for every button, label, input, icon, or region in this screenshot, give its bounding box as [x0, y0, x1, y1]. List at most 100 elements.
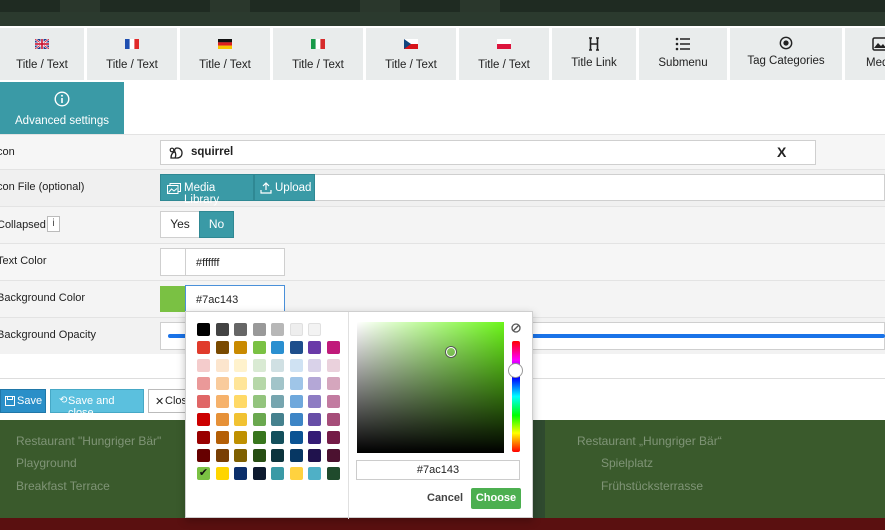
color-swatch[interactable] [197, 449, 210, 462]
color-swatch[interactable] [197, 431, 210, 444]
tab-title-text-cz[interactable]: Title / Text [366, 28, 456, 80]
color-swatch[interactable] [308, 323, 321, 336]
color-swatch[interactable] [234, 377, 247, 390]
color-swatch[interactable] [216, 323, 229, 336]
color-swatch[interactable] [290, 395, 303, 408]
tab-tag-categories[interactable]: Tag Categories [730, 28, 842, 80]
color-swatch[interactable] [234, 395, 247, 408]
color-swatch[interactable] [271, 377, 284, 390]
hex-input[interactable]: #7ac143 [356, 460, 520, 480]
no-color-icon[interactable] [511, 323, 521, 333]
tab-title-text-de[interactable]: Title / Text [180, 28, 270, 80]
tab-submenu[interactable]: Submenu [639, 28, 727, 80]
color-swatch[interactable] [308, 395, 321, 408]
color-swatch[interactable] [234, 359, 247, 372]
color-swatch[interactable] [327, 431, 340, 444]
color-swatch[interactable] [290, 467, 303, 480]
color-swatch[interactable] [327, 341, 340, 354]
color-swatch[interactable] [253, 395, 266, 408]
color-swatch[interactable] [253, 413, 266, 426]
color-swatch[interactable] [197, 323, 210, 336]
choose-button[interactable]: Choose [471, 488, 521, 509]
saturation-value-area[interactable] [357, 322, 504, 453]
color-swatch[interactable] [253, 431, 266, 444]
color-swatch[interactable] [290, 341, 303, 354]
color-swatch[interactable] [271, 431, 284, 444]
collapsed-yes-button[interactable]: Yes [160, 211, 200, 238]
color-swatch[interactable] [290, 449, 303, 462]
color-swatch[interactable] [253, 377, 266, 390]
color-swatch[interactable] [290, 359, 303, 372]
color-swatch[interactable] [234, 323, 247, 336]
background-color-preview[interactable] [160, 286, 186, 312]
color-swatch[interactable] [253, 359, 266, 372]
color-swatch[interactable] [308, 413, 321, 426]
color-swatch[interactable] [271, 323, 284, 336]
color-swatch[interactable] [234, 341, 247, 354]
color-swatch[interactable] [290, 413, 303, 426]
color-swatch[interactable] [216, 377, 229, 390]
color-swatch[interactable] [216, 449, 229, 462]
sv-handle[interactable] [446, 347, 456, 357]
color-swatch[interactable] [197, 377, 210, 390]
color-swatch[interactable] [197, 341, 210, 354]
tab-title-text-pl[interactable]: Title / Text [459, 28, 549, 80]
color-swatch[interactable] [216, 431, 229, 444]
save-and-close-button[interactable]: ⟲ Save and close [50, 389, 144, 419]
color-swatch[interactable] [197, 413, 210, 426]
color-swatch[interactable] [327, 395, 340, 408]
color-swatch[interactable] [271, 413, 284, 426]
text-color-input[interactable]: #ffffff [185, 248, 285, 276]
tab-advanced-settings[interactable]: Advanced settings [0, 82, 124, 134]
media-library-button[interactable]: Media Library [160, 174, 254, 206]
color-swatch[interactable] [216, 359, 229, 372]
color-swatch[interactable] [234, 449, 247, 462]
color-swatch[interactable] [308, 341, 321, 354]
color-swatch[interactable] [271, 359, 284, 372]
color-swatch[interactable]: ✔ [197, 467, 210, 480]
color-swatch[interactable] [253, 323, 266, 336]
color-swatch[interactable] [216, 413, 229, 426]
color-swatch[interactable] [327, 413, 340, 426]
text-color-preview[interactable] [160, 248, 186, 276]
save-button[interactable]: Save [0, 389, 46, 413]
color-swatch[interactable] [253, 449, 266, 462]
color-swatch[interactable] [253, 341, 266, 354]
hue-slider[interactable] [512, 341, 520, 452]
color-swatch[interactable] [197, 395, 210, 408]
color-swatch[interactable] [271, 449, 284, 462]
color-swatch[interactable] [290, 377, 303, 390]
color-swatch[interactable] [290, 323, 303, 336]
color-swatch[interactable] [271, 341, 284, 354]
color-swatch[interactable] [253, 467, 266, 480]
clear-icon-button[interactable]: X [777, 144, 786, 160]
hue-handle[interactable] [508, 363, 523, 378]
icon-select[interactable]: squirrel X [160, 140, 816, 165]
upload-button[interactable]: Upload [254, 174, 315, 201]
color-swatch[interactable] [216, 395, 229, 408]
tab-title-text-it[interactable]: Title / Text [273, 28, 363, 80]
color-swatch[interactable] [216, 467, 229, 480]
color-swatch[interactable] [327, 359, 340, 372]
color-swatch[interactable] [234, 431, 247, 444]
background-color-input[interactable]: #7ac143 [185, 285, 285, 313]
color-swatch[interactable] [308, 467, 321, 480]
tab-title-link[interactable]: Title Link [552, 28, 636, 80]
color-swatch[interactable] [234, 467, 247, 480]
color-swatch[interactable] [290, 431, 303, 444]
color-swatch[interactable] [308, 431, 321, 444]
color-swatch[interactable] [308, 377, 321, 390]
collapsed-info-icon[interactable]: i [47, 216, 60, 232]
tab-title-text-fr[interactable]: Title / Text [87, 28, 177, 80]
color-swatch[interactable] [308, 359, 321, 372]
cancel-button[interactable]: Cancel [427, 492, 463, 504]
color-swatch[interactable] [271, 395, 284, 408]
tab-media[interactable]: Med [845, 28, 885, 80]
color-swatch[interactable] [327, 377, 340, 390]
color-swatch[interactable] [327, 449, 340, 462]
collapsed-no-button[interactable]: No [199, 211, 234, 238]
color-swatch[interactable] [197, 359, 210, 372]
color-swatch[interactable] [327, 467, 340, 480]
color-swatch[interactable] [271, 467, 284, 480]
tab-title-text-en[interactable]: Title / Text [0, 28, 84, 80]
